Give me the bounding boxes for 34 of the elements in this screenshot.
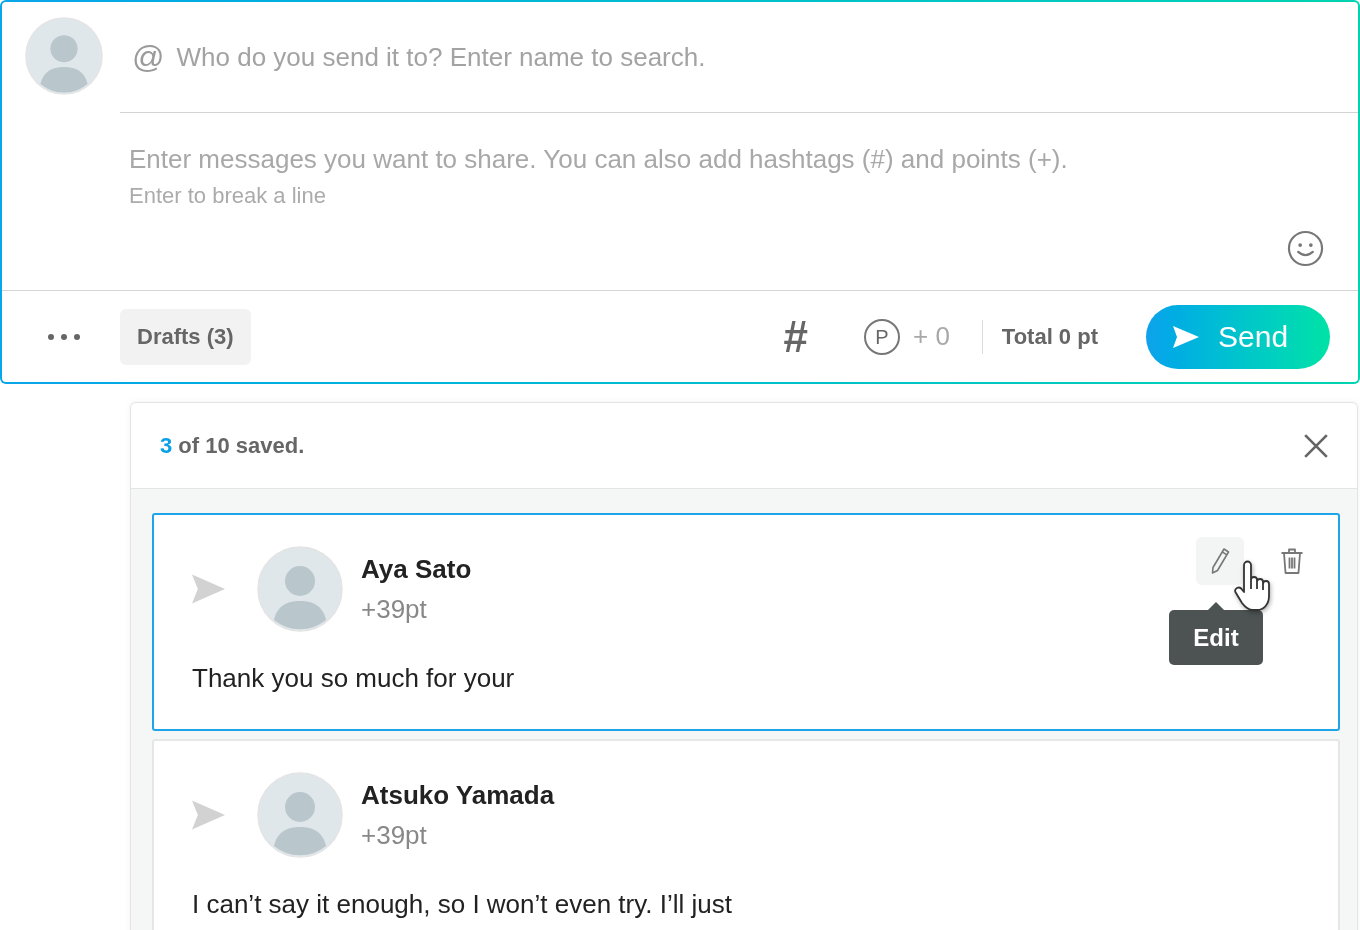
edit-button[interactable] <box>1196 537 1244 585</box>
hashtag-button[interactable]: # <box>779 314 812 359</box>
points-icon: P <box>863 318 900 355</box>
more-icon <box>47 332 81 341</box>
draft-message: Thank you so much for your <box>192 662 515 694</box>
paper-plane-icon <box>192 800 225 830</box>
paper-plane-icon <box>192 574 225 604</box>
pencil-icon <box>1210 547 1230 575</box>
close-icon <box>1303 432 1329 459</box>
close-button[interactable] <box>1303 432 1329 459</box>
message-field[interactable]: Enter messages you want to share. You can also add hashtags (#) and points (+). <box>129 143 1324 175</box>
drafts-button[interactable]: Drafts (3) <box>120 308 251 365</box>
smiley-icon <box>1287 230 1324 267</box>
emoji-button[interactable] <box>1287 230 1324 267</box>
delete-button[interactable] <box>1280 547 1304 575</box>
total-points: Total 0 pt <box>1001 323 1098 351</box>
avatar-icon <box>257 772 343 858</box>
saved-summary: 3 of 10 saved. <box>160 432 305 460</box>
draft-message: I can’t say it enough, so I won’t even try. I’ll just <box>192 888 732 920</box>
draft-card[interactable]: Atsuko Yamada +39pt I can’t say it enough, so I won’t even try. I’ll just <box>152 739 1340 930</box>
send-icon <box>1173 325 1199 348</box>
sender-name: Atsuko Yamada <box>361 779 555 811</box>
draft-card[interactable]: Aya Sato +39pt Thank you so much for your Edit <box>152 513 1340 731</box>
trash-icon <box>1280 547 1304 575</box>
line-break-hint: Enter to break a line <box>129 183 326 209</box>
points-button[interactable]: P + 0 <box>863 317 950 356</box>
avatar-icon <box>25 17 103 95</box>
edit-tooltip: Edit <box>1169 602 1263 665</box>
at-sign-icon: @ <box>132 41 165 73</box>
points-amount: +39pt <box>361 593 427 625</box>
sender-name: Aya Sato <box>361 553 472 585</box>
points-amount: +39pt <box>361 819 427 851</box>
recipient-field[interactable]: Who do you send it to? Enter name to search. <box>176 39 1338 75</box>
avatar-icon <box>257 546 343 632</box>
